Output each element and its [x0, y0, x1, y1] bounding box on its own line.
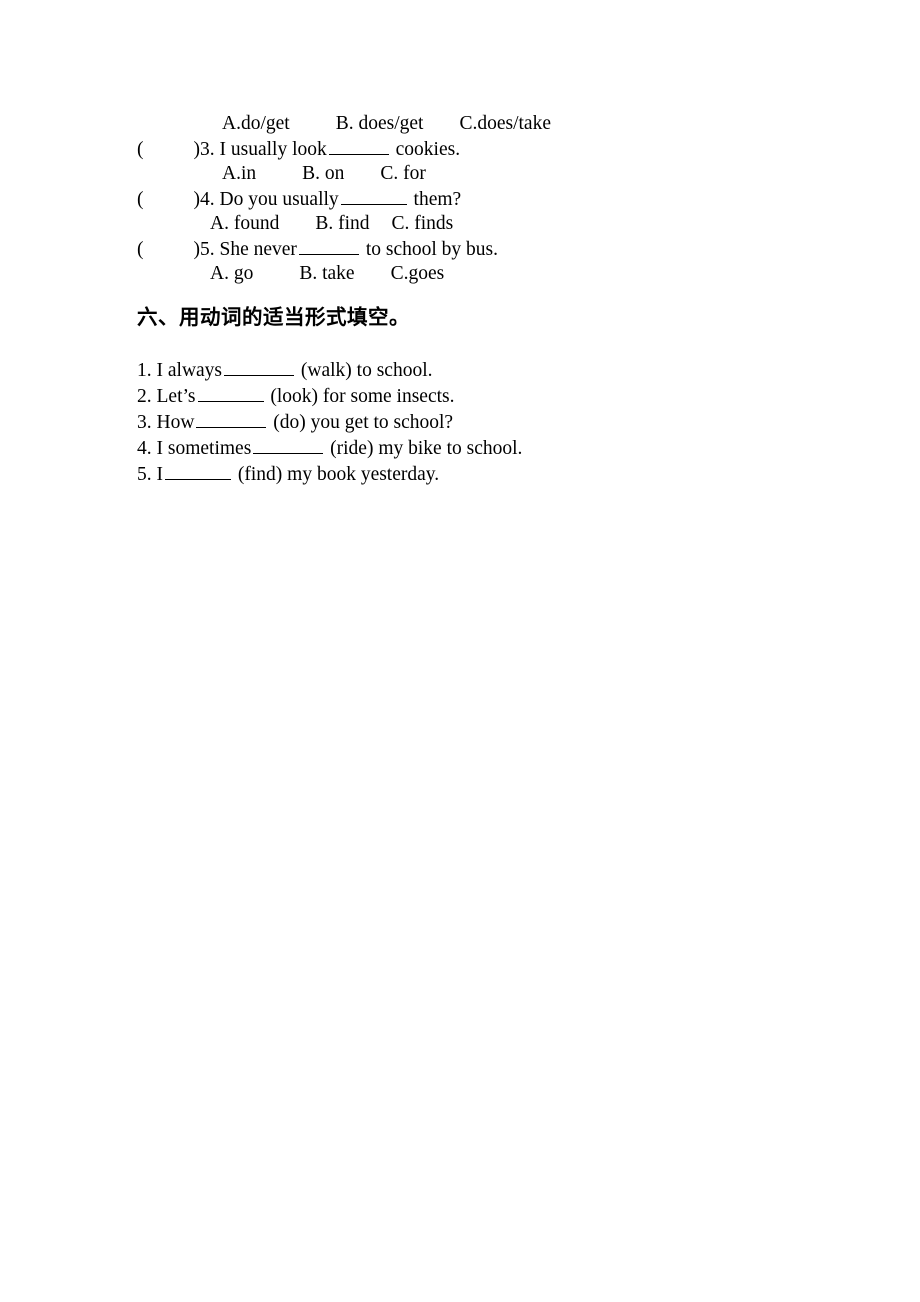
fill-in-blank-item-1: 1. I always (walk) to school.	[0, 357, 920, 383]
item-text-before-3: How	[151, 411, 195, 433]
worksheet-page: A.do/get B. does/get C.does/take ()3. I us…	[0, 0, 920, 1302]
question-line-5: ()5. She never to school by bus.	[0, 236, 920, 262]
fill-in-blank-item-2: 2. Let’s (look) for some insects.	[0, 383, 920, 409]
item-number-5: 5.	[137, 463, 152, 485]
fill-in-blank-item-4: 4. I sometimes (ride) my bike to school.	[0, 435, 920, 461]
option-b-q2: B. does/get	[335, 113, 424, 134]
item-text-after-2: (look) for some insects.	[270, 385, 455, 407]
item-text-before-5: I	[151, 463, 164, 485]
answer-paren-open-3: (	[137, 138, 144, 160]
fill-in-blank-item-5: 5. I (find) my book yesterday.	[0, 461, 920, 487]
question-number-4: 4.	[200, 188, 215, 210]
fill-in-blank-item-3: 3. How (do) you get to school?	[0, 409, 920, 435]
item-number-3: 3.	[137, 411, 152, 433]
question-stem-after-3: cookies.	[395, 138, 461, 160]
question-number-5: 5.	[200, 238, 215, 260]
answer-paren-open-4: (	[137, 188, 144, 210]
question-stem-after-5: to school by bus.	[365, 238, 498, 260]
options-line-q2: A.do/get B. does/get C.does/take	[0, 112, 920, 136]
item-number-4: 4.	[137, 437, 152, 459]
item-text-before-2: Let’s	[151, 385, 196, 407]
option-c-q2: C.does/take	[459, 113, 551, 134]
options-line-5: A. go B. take C.goes	[0, 262, 920, 286]
item-text-after-4: (ride) my bike to school.	[330, 437, 523, 459]
options-line-3: A.in B. on C. for	[0, 162, 920, 186]
multiple-choice-block: A.do/get B. does/get C.does/take ()3. I us…	[0, 112, 920, 286]
question-stem-after-4: them?	[413, 188, 462, 210]
inline-blank-5[interactable]	[298, 236, 359, 255]
item-number-2: 2.	[137, 385, 152, 407]
option-b-3: B. on	[302, 162, 345, 184]
option-c-4: C. finds	[391, 212, 454, 234]
fill-in-blank-block: 1. I always (walk) to school. 2. Let’s (…	[0, 357, 920, 487]
option-c-3: C. for	[380, 162, 426, 184]
answer-blank-1[interactable]	[224, 357, 295, 376]
item-text-before-1: I always	[151, 359, 223, 381]
item-text-after-1: (walk) to school.	[300, 359, 433, 381]
option-a-4: A. found	[210, 212, 280, 234]
inline-blank-4[interactable]	[340, 186, 407, 205]
question-stem-before-3: I usually look	[214, 138, 327, 160]
option-b-4: B. find	[315, 212, 370, 234]
item-text-before-4: I sometimes	[151, 437, 252, 459]
option-a-3: A.in	[222, 162, 257, 184]
section-six-heading: 六、用动词的适当形式填空。	[137, 305, 410, 329]
options-line-4: A. found B. find C. finds	[0, 212, 920, 236]
question-stem-before-5: She never	[214, 238, 297, 260]
option-c-5: C.goes	[390, 262, 445, 284]
answer-blank-5[interactable]	[165, 461, 231, 480]
option-a-5: A. go	[210, 262, 254, 284]
item-text-after-3: (do) you get to school?	[273, 411, 454, 433]
option-b-5: B. take	[299, 262, 355, 284]
answer-blank-2[interactable]	[197, 383, 264, 402]
question-stem-before-4: Do you usually	[214, 188, 339, 210]
answer-paren-open-5: (	[137, 238, 144, 260]
answer-blank-4[interactable]	[253, 435, 324, 454]
question-line-3: ()3. I usually look cookies.	[0, 136, 920, 162]
inline-blank-3[interactable]	[328, 136, 389, 155]
item-text-after-5: (find) my book yesterday.	[237, 463, 440, 485]
option-a-q2: A.do/get	[222, 113, 290, 134]
item-number-1: 1.	[137, 359, 152, 381]
answer-blank-3[interactable]	[196, 409, 267, 428]
question-number-3: 3.	[200, 138, 215, 160]
question-line-4: ()4. Do you usually them?	[0, 186, 920, 212]
